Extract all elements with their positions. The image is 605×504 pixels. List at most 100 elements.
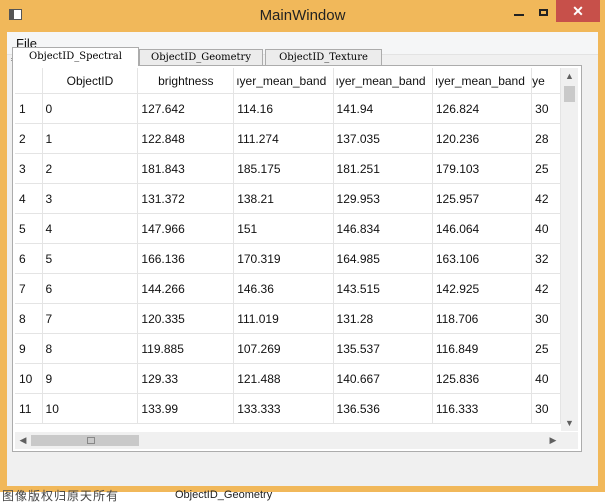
row-header[interactable]: 7 <box>15 273 43 304</box>
table-row[interactable]: 4 3 131.372 138.21 129.953 125.957 42 <box>15 183 561 214</box>
table-cell[interactable]: 125.957 <box>432 183 533 214</box>
table-cell[interactable]: 138.21 <box>233 183 334 214</box>
table-cell[interactable]: 131.28 <box>333 303 433 334</box>
table-cell[interactable]: 146.36 <box>233 273 334 304</box>
table-cell[interactable]: 164.985 <box>333 243 433 274</box>
table-cell[interactable]: 119.885 <box>137 333 235 364</box>
table-cell[interactable]: 111.019 <box>233 303 334 334</box>
table-cell[interactable]: 133.333 <box>233 393 334 424</box>
table-cell[interactable]: 121.488 <box>233 363 334 394</box>
tab-objectid-geometry[interactable]: ObjectID_Geometry <box>139 49 263 65</box>
table-cell[interactable]: 4 <box>42 213 139 244</box>
table-cell[interactable]: 25 <box>531 153 561 184</box>
table-cell[interactable]: 129.953 <box>333 183 433 214</box>
table-cell[interactable]: 111.274 <box>233 123 334 154</box>
table-cell[interactable]: 126.824 <box>432 93 533 124</box>
table-cell[interactable]: 125.836 <box>432 363 533 394</box>
table-cell[interactable]: 147.966 <box>137 213 235 244</box>
table-cell[interactable]: 40 <box>531 213 561 244</box>
table-cell[interactable]: 181.251 <box>333 153 433 184</box>
table-row[interactable]: 1 0 127.642 114.16 141.94 126.824 30 <box>15 93 561 124</box>
table-cell[interactable]: 146.064 <box>432 213 533 244</box>
table-row[interactable]: 7 6 144.266 146.36 143.515 142.925 42 <box>15 273 561 304</box>
column-header[interactable]: ObjectID <box>42 68 139 94</box>
table-cell[interactable]: 3 <box>42 183 139 214</box>
table-cell[interactable]: 170.319 <box>233 243 334 274</box>
table-cell[interactable]: 143.515 <box>333 273 433 304</box>
table-row[interactable]: 6 5 166.136 170.319 164.985 163.106 32 <box>15 243 561 274</box>
table-row[interactable]: 3 2 181.843 185.175 181.251 179.103 25 <box>15 153 561 184</box>
table-cell[interactable]: 179.103 <box>432 153 533 184</box>
table-cell[interactable]: 181.843 <box>137 153 235 184</box>
table-cell[interactable]: 42 <box>531 183 561 214</box>
table-cell[interactable]: 9 <box>42 363 139 394</box>
table-row[interactable]: 10 9 129.33 121.488 140.667 125.836 40 <box>15 363 561 394</box>
row-header[interactable]: 2 <box>15 123 43 154</box>
table-cell[interactable]: 140.667 <box>333 363 433 394</box>
table-cell[interactable]: 151 <box>233 213 334 244</box>
maximize-button[interactable] <box>532 0 556 22</box>
table-cell[interactable]: 116.849 <box>432 333 533 364</box>
title-bar[interactable]: MainWindow ✕ <box>0 0 605 32</box>
table-cell[interactable]: 137.035 <box>333 123 433 154</box>
scroll-left-icon[interactable]: ◀ <box>15 432 31 449</box>
table-cell[interactable]: 166.136 <box>137 243 235 274</box>
table-row[interactable]: 11 10 133.99 133.333 136.536 116.333 30 <box>15 393 561 424</box>
table-cell[interactable]: 120.236 <box>432 123 533 154</box>
column-header[interactable]: ıyer_mean_band <box>432 68 533 94</box>
column-header[interactable]: ıyer_mean_band <box>233 68 334 94</box>
table-cell[interactable]: 30 <box>531 303 561 334</box>
vertical-scroll-thumb[interactable] <box>564 86 575 102</box>
row-header[interactable]: 9 <box>15 333 43 364</box>
table-cell[interactable]: 10 <box>42 393 139 424</box>
table-cell[interactable]: 135.537 <box>333 333 433 364</box>
table-cell[interactable]: 114.16 <box>233 93 334 124</box>
close-button[interactable]: ✕ <box>556 0 600 22</box>
table-cell[interactable]: 141.94 <box>333 93 433 124</box>
table-cell[interactable]: 118.706 <box>432 303 533 334</box>
table-cell[interactable]: 32 <box>531 243 561 274</box>
table-cell[interactable]: 30 <box>531 393 561 424</box>
table-cell[interactable]: 40 <box>531 363 561 394</box>
table-cell[interactable]: 107.269 <box>233 333 334 364</box>
horizontal-scrollbar[interactable]: ◀ ▶ <box>15 432 561 449</box>
table-cell[interactable]: 1 <box>42 123 139 154</box>
table-cell[interactable]: 28 <box>531 123 561 154</box>
table-cell[interactable]: 185.175 <box>233 153 334 184</box>
column-header[interactable]: ye <box>531 68 561 94</box>
row-header[interactable]: 6 <box>15 243 43 274</box>
corner-header[interactable] <box>15 68 43 94</box>
column-header[interactable]: brightness <box>137 68 235 94</box>
column-header[interactable]: ıyer_mean_band <box>333 68 433 94</box>
table-cell[interactable]: 142.925 <box>432 273 533 304</box>
row-header[interactable]: 10 <box>15 363 43 394</box>
table-cell[interactable]: 116.333 <box>432 393 533 424</box>
table-row[interactable]: 9 8 119.885 107.269 135.537 116.849 25 <box>15 333 561 364</box>
table-row[interactable]: 2 1 122.848 111.274 137.035 120.236 28 <box>15 123 561 154</box>
vertical-scrollbar[interactable]: ▲ ▼ <box>561 68 578 431</box>
tab-objectid-spectral[interactable]: ObjectID_Spectral <box>12 47 139 66</box>
row-header[interactable]: 8 <box>15 303 43 334</box>
table-cell[interactable]: 0 <box>42 93 139 124</box>
table-cell[interactable]: 133.99 <box>137 393 235 424</box>
minimize-button[interactable] <box>505 0 532 22</box>
table-cell[interactable]: 120.335 <box>137 303 235 334</box>
table-cell[interactable]: 25 <box>531 333 561 364</box>
table-cell[interactable]: 7 <box>42 303 139 334</box>
tab-objectid-texture[interactable]: ObjectID_Texture <box>265 49 382 65</box>
table-cell[interactable]: 144.266 <box>137 273 235 304</box>
table-row[interactable]: 5 4 147.966 151 146.834 146.064 40 <box>15 213 561 244</box>
row-header[interactable]: 4 <box>15 183 43 214</box>
table-cell[interactable]: 122.848 <box>137 123 235 154</box>
table-cell[interactable]: 163.106 <box>432 243 533 274</box>
table-cell[interactable]: 5 <box>42 243 139 274</box>
table-cell[interactable]: 146.834 <box>333 213 433 244</box>
table-cell[interactable]: 6 <box>42 273 139 304</box>
scroll-down-icon[interactable]: ▼ <box>561 415 578 431</box>
scroll-up-icon[interactable]: ▲ <box>561 68 578 84</box>
table-cell[interactable]: 2 <box>42 153 139 184</box>
scroll-right-icon[interactable]: ▶ <box>545 432 561 449</box>
table-cell[interactable]: 8 <box>42 333 139 364</box>
table-row[interactable]: 8 7 120.335 111.019 131.28 118.706 30 <box>15 303 561 334</box>
table-cell[interactable]: 131.372 <box>137 183 235 214</box>
